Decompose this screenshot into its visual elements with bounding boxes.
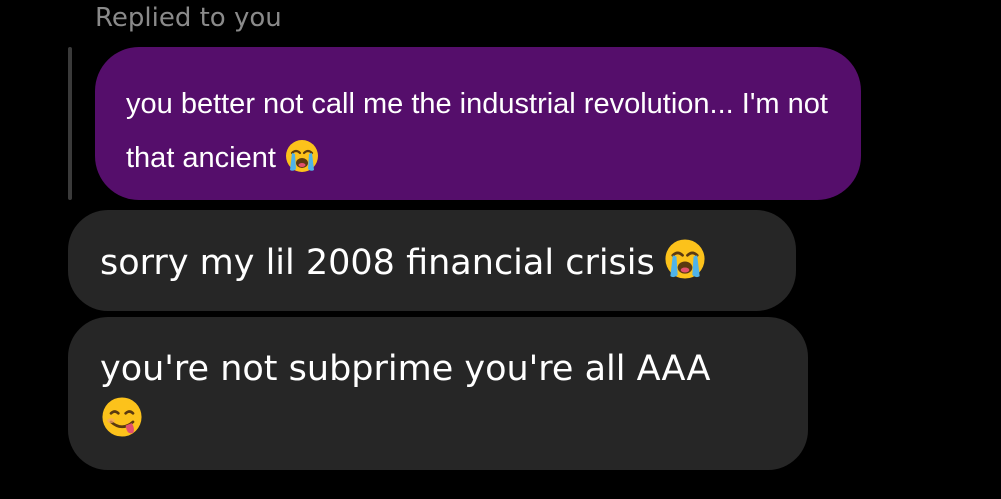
message-text-1: sorry my lil 2008 financial crisis <box>100 243 655 283</box>
quoted-message-bubble[interactable]: you better not call me the industrial re… <box>95 47 861 200</box>
message-text-2: you're not subprime you're all AAA <box>100 349 711 389</box>
quoted-message-text: you better not call me the industrial re… <box>126 88 828 174</box>
loudly-crying-face-icon <box>663 237 707 281</box>
replied-to-you-label: Replied to you <box>95 3 282 33</box>
message-bubble-1[interactable]: sorry my lil 2008 financial crisis <box>68 210 796 311</box>
reply-indicator-bar <box>68 47 72 200</box>
loudly-crying-face-icon <box>284 138 320 174</box>
message-bubble-2[interactable]: you're not subprime you're all AAA <box>68 317 808 470</box>
face-savoring-food-icon <box>100 395 144 439</box>
